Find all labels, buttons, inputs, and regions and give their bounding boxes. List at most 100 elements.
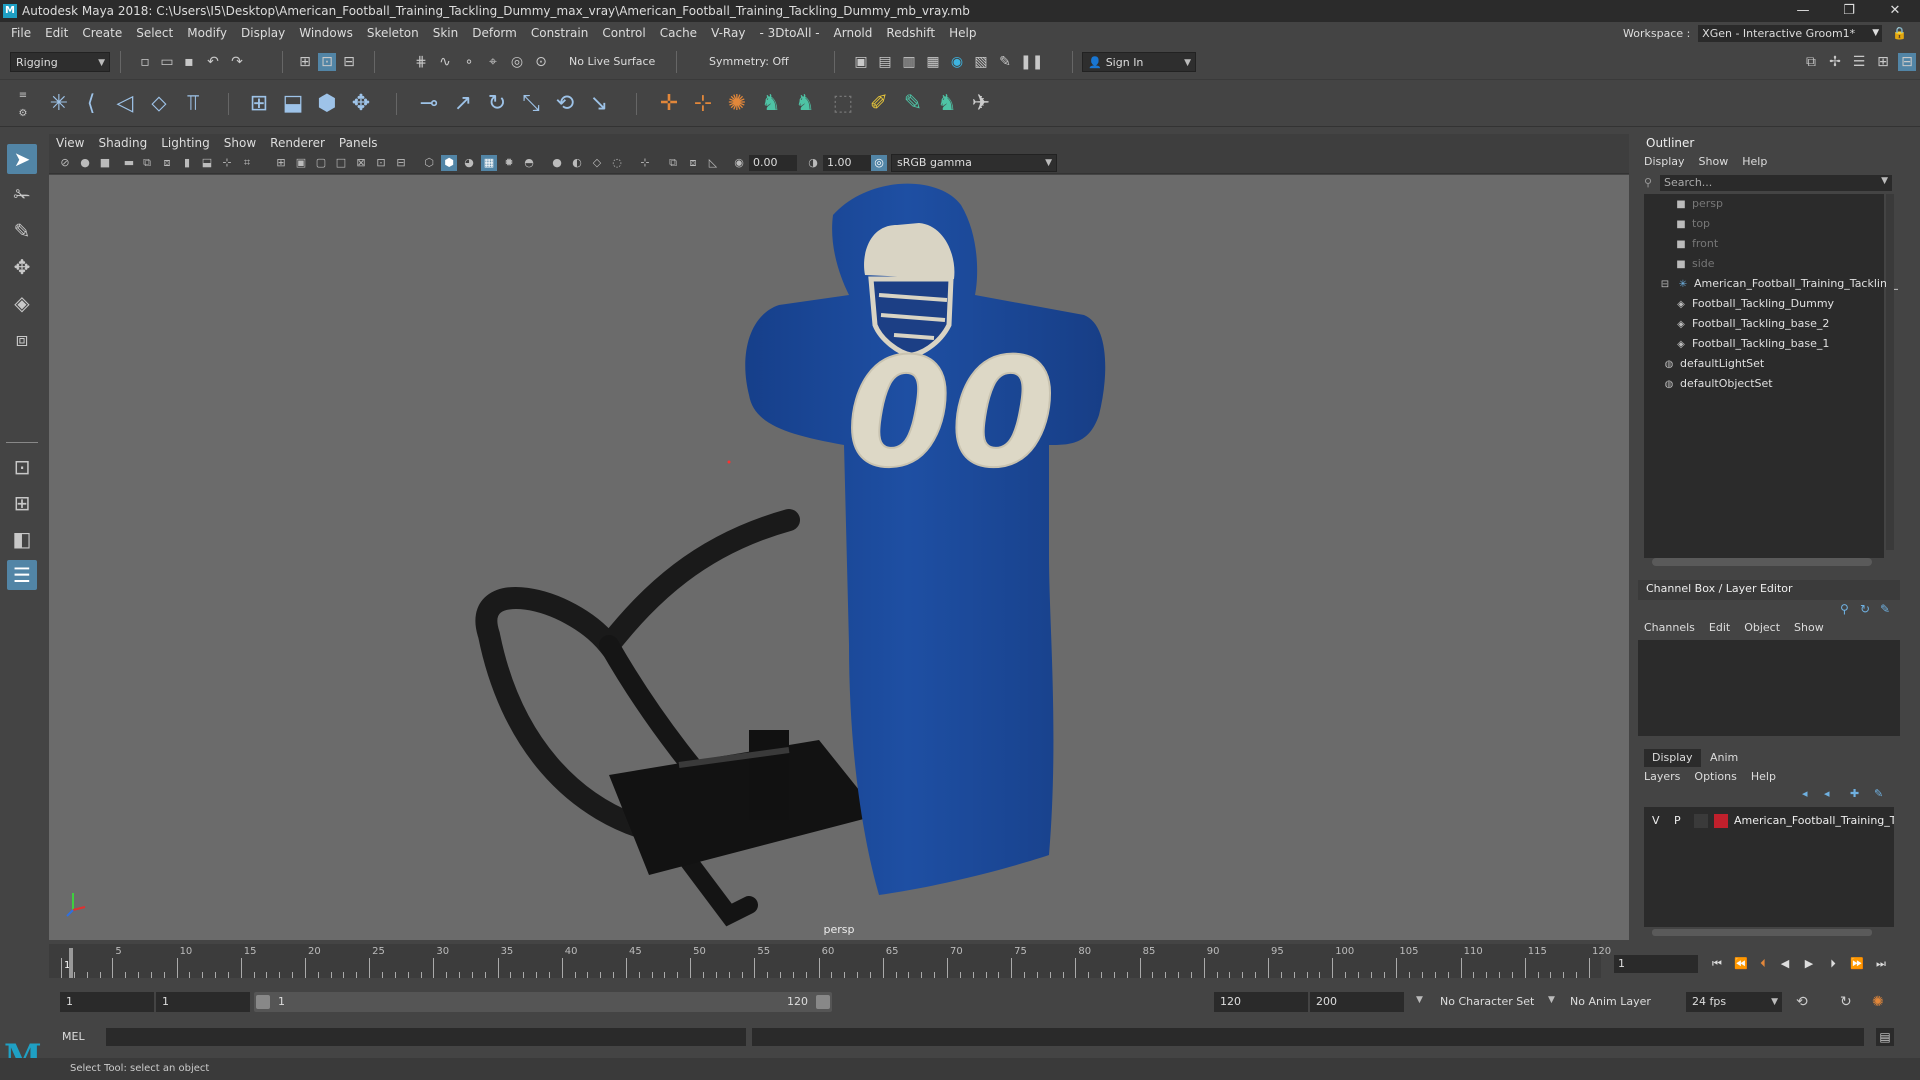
orient-constraint-icon[interactable]: ↻ bbox=[482, 89, 512, 119]
two-pane-icon[interactable]: ◧ bbox=[7, 524, 37, 554]
new-scene-icon[interactable]: ▫ bbox=[136, 53, 154, 71]
step-back-frame-icon[interactable]: ⏴ bbox=[1754, 955, 1772, 973]
vray-render-icon[interactable]: ✎ bbox=[996, 53, 1014, 71]
scale-tool-icon[interactable]: ⧈ bbox=[7, 324, 37, 354]
bounding-box-icon[interactable]: □ bbox=[333, 155, 349, 171]
xray-active-icon[interactable]: ◇ bbox=[589, 155, 605, 171]
channel-key-icon[interactable]: ⚲ bbox=[1840, 602, 1849, 616]
menu-vray[interactable]: V-Ray bbox=[704, 22, 752, 44]
range-start-handle[interactable] bbox=[256, 995, 270, 1009]
field-chart-icon[interactable]: ⊹ bbox=[219, 155, 235, 171]
layer-menu-help[interactable]: Help bbox=[1751, 768, 1776, 786]
outliner-layout-icon[interactable]: ☰ bbox=[7, 560, 37, 590]
chevron-down-icon[interactable]: ▼ bbox=[1548, 995, 1555, 1005]
snap-grid-icon[interactable]: ⋕ bbox=[412, 53, 430, 71]
animation-end-field[interactable]: 200 bbox=[1310, 992, 1404, 1012]
shelf-gear-icon[interactable]: ⚙ bbox=[14, 105, 32, 123]
tool-settings-icon[interactable]: ⊞ bbox=[1874, 53, 1892, 71]
range-slider[interactable]: 1 120 bbox=[254, 992, 832, 1012]
aim-constraint-icon[interactable]: ↗ bbox=[448, 89, 478, 119]
hik-target-icon[interactable]: ♞ bbox=[790, 89, 820, 119]
menu-deform[interactable]: Deform bbox=[465, 22, 524, 44]
shadows-icon[interactable]: ⬡ bbox=[421, 155, 437, 171]
undo-icon[interactable]: ↶ bbox=[204, 53, 222, 71]
viewport-menu-shading[interactable]: Shading bbox=[91, 134, 154, 152]
hik-control-icon[interactable]: ♞ bbox=[932, 89, 962, 119]
resolution-gate-icon[interactable]: ▮ bbox=[179, 155, 195, 171]
list-item[interactable]: ◈ Football_Tackling_Dummy bbox=[1644, 294, 1914, 314]
lock-icon[interactable]: 🔒 bbox=[1892, 22, 1907, 44]
isolate-select-icon[interactable]: ● bbox=[549, 155, 565, 171]
list-item[interactable]: ■ persp bbox=[1644, 194, 1914, 214]
hypershade-icon[interactable]: ◉ bbox=[948, 53, 966, 71]
layer-visibility-toggle[interactable]: V bbox=[1652, 811, 1660, 831]
viewport-menu-panels[interactable]: Panels bbox=[332, 134, 385, 152]
outliner-search-input[interactable]: Search... bbox=[1660, 175, 1892, 191]
menu-file[interactable]: File bbox=[4, 22, 38, 44]
list-item[interactable]: ■ front bbox=[1644, 234, 1914, 254]
frame-selected-icon[interactable]: ⧈ bbox=[685, 155, 701, 171]
outliner-horizontal-scrollbar[interactable] bbox=[1652, 558, 1872, 566]
menu-display[interactable]: Display bbox=[234, 22, 292, 44]
time-slider[interactable]: 1 5 10 15 20 25 30 35 40 45 50 55 60 65 70 75 80 85 90 95 10… bbox=[49, 944, 1611, 978]
open-scene-icon[interactable]: ▭ bbox=[158, 53, 176, 71]
single-pane-icon[interactable]: ⊡ bbox=[7, 452, 37, 482]
viewport-menu-lighting[interactable]: Lighting bbox=[154, 134, 217, 152]
playback-start-field[interactable]: 1 bbox=[156, 992, 250, 1012]
viewport-menu-show[interactable]: Show bbox=[217, 134, 263, 152]
character-controls-icon[interactable]: ✢ bbox=[1826, 53, 1844, 71]
animation-start-field[interactable]: 1 bbox=[60, 992, 154, 1012]
outliner-vertical-scrollbar[interactable] bbox=[1886, 194, 1894, 550]
menu-create[interactable]: Create bbox=[75, 22, 129, 44]
image-plane-icon[interactable]: ▬ bbox=[121, 155, 137, 171]
snap-point-icon[interactable]: ∘ bbox=[460, 53, 478, 71]
list-item[interactable]: ◍ defaultObjectSet bbox=[1644, 374, 1902, 394]
workspace-dropdown[interactable]: XGen - Interactive Groom1* ▼ bbox=[1698, 25, 1883, 42]
camera-select-icon[interactable]: ⊘ bbox=[57, 155, 73, 171]
ipr-render-icon[interactable]: ▥ bbox=[900, 53, 918, 71]
menu-set-dropdown[interactable]: Rigging ▼ bbox=[10, 52, 110, 72]
quick-rig-icon[interactable]: ✈ bbox=[966, 89, 996, 119]
new-layer-icon[interactable]: ✚ bbox=[1850, 787, 1859, 800]
menu-modify[interactable]: Modify bbox=[180, 22, 234, 44]
ambient-occlusion-icon[interactable]: ⬢ bbox=[441, 155, 457, 171]
select-tool-icon[interactable]: ➤ bbox=[7, 144, 37, 174]
pivot-icon[interactable]: ⊹ bbox=[688, 89, 718, 119]
render-sequence-icon[interactable]: ▤ bbox=[876, 53, 894, 71]
live-surface-field[interactable]: No Live Surface bbox=[564, 52, 664, 72]
move-layer-down-icon[interactable]: ◂ bbox=[1824, 787, 1830, 800]
menu-arnold[interactable]: Arnold bbox=[827, 22, 880, 44]
snap-live-icon[interactable]: ⊙ bbox=[532, 53, 550, 71]
character-set-icon[interactable]: ✺ bbox=[722, 89, 752, 119]
outliner-menu-help[interactable]: Help bbox=[1742, 153, 1767, 171]
ortho-icon[interactable]: ◺ bbox=[705, 155, 721, 171]
textured-icon[interactable]: ⊡ bbox=[373, 155, 389, 171]
outliner-menu-display[interactable]: Display bbox=[1644, 153, 1685, 171]
save-scene-icon[interactable]: ▪ bbox=[180, 53, 198, 71]
modeling-toolkit-icon[interactable]: ⧉ bbox=[1802, 53, 1820, 71]
collapse-icon[interactable]: ⊟ bbox=[1658, 275, 1672, 294]
exposure-field[interactable]: 0.00 bbox=[749, 155, 797, 171]
new-layer-selected-icon[interactable]: ✎ bbox=[1874, 787, 1883, 800]
wrap-deformer-icon[interactable]: ⬓ bbox=[278, 89, 308, 119]
cluster-icon[interactable]: ⬢ bbox=[312, 89, 342, 119]
gamma-icon[interactable]: ◑ bbox=[805, 155, 821, 171]
channel-menu-show[interactable]: Show bbox=[1794, 619, 1824, 637]
empty-slot-icon[interactable]: ⬚ bbox=[828, 89, 858, 119]
create-joint-icon[interactable]: ✳ bbox=[44, 89, 74, 119]
select-component-icon[interactable]: ⊟ bbox=[340, 53, 358, 71]
attribute-editor-icon[interactable]: ☰ bbox=[1850, 53, 1868, 71]
grease-pencil-icon[interactable]: ⊹ bbox=[637, 155, 653, 171]
menu-help[interactable]: Help bbox=[942, 22, 983, 44]
menu-skin[interactable]: Skin bbox=[426, 22, 466, 44]
snap-view-icon[interactable]: ⌖ bbox=[484, 53, 502, 71]
chevron-down-icon[interactable]: ▼ bbox=[1881, 176, 1888, 186]
scale-constraint-icon[interactable]: ⤡ bbox=[516, 89, 546, 119]
lattice-icon[interactable]: ⊞ bbox=[244, 89, 274, 119]
step-forward-key-icon[interactable]: ⏩ bbox=[1848, 955, 1866, 973]
symmetry-dropdown[interactable]: Symmetry: Off bbox=[704, 52, 804, 72]
perspective-viewport[interactable]: 00 persp bbox=[49, 175, 1629, 940]
close-button[interactable]: ✕ bbox=[1872, 0, 1918, 22]
layer-menu-layers[interactable]: Layers bbox=[1644, 768, 1680, 786]
list-item[interactable]: ■ top bbox=[1644, 214, 1914, 234]
